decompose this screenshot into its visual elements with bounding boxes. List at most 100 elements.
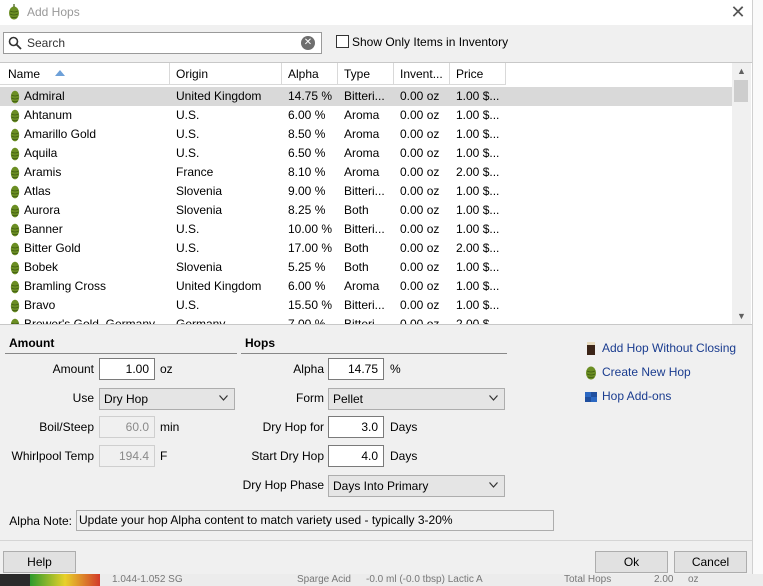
table-row[interactable]: Aquila U.S. 6.50 % Aroma 0.00 oz 1.00 $... xyxy=(0,144,732,163)
background-total-hops-label: Total Hops xyxy=(564,574,612,585)
column-header-origin[interactable]: Origin xyxy=(170,63,282,85)
cell-name: Atlas xyxy=(24,184,51,198)
close-icon[interactable]: ✕ xyxy=(728,1,748,23)
table-row[interactable]: Bravo U.S. 15.50 % Bitteri... 0.00 oz 1.00 $.… xyxy=(0,296,732,315)
table-row[interactable]: Bitter Gold U.S. 17.00 % Both 0.00 oz 2.00 $.… xyxy=(0,239,732,258)
chevron-down-icon xyxy=(219,395,228,401)
inventory-checkbox[interactable] xyxy=(336,35,349,48)
amount-input[interactable]: 1.00 xyxy=(99,358,155,380)
cell-alpha: 14.75 % xyxy=(288,89,333,103)
search-box[interactable]: ✕ xyxy=(3,32,322,54)
hops-grid[interactable]: Name Origin Alpha Type Invent... Price A… xyxy=(0,62,752,325)
scroll-thumb[interactable] xyxy=(734,80,748,102)
amount-unit: oz xyxy=(160,362,173,376)
grid-header: Name Origin Alpha Type Invent... Price xyxy=(0,63,732,85)
cell-inventory: 0.00 oz xyxy=(400,317,440,325)
cell-name: Bitter Gold xyxy=(24,241,81,255)
cell-origin: U.S. xyxy=(176,108,200,122)
search-input[interactable] xyxy=(27,35,297,51)
whirlpool-temp-input[interactable]: 194.4 xyxy=(99,445,155,467)
table-row[interactable]: Bramling Cross United Kingdom 6.00 % Aroma 0… xyxy=(0,277,732,296)
scroll-up-icon[interactable]: ▲ xyxy=(732,63,751,80)
cell-alpha: 15.50 % xyxy=(288,298,333,312)
table-row[interactable]: Banner U.S. 10.00 % Bitteri... 0.00 oz 1.00 $… xyxy=(0,220,732,239)
divider xyxy=(0,540,752,541)
background-window-edge xyxy=(752,0,763,586)
beer-glass-icon xyxy=(587,342,595,355)
column-header-alpha[interactable]: Alpha xyxy=(282,63,338,85)
cell-type: Aroma xyxy=(344,146,380,160)
cell-inventory: 0.00 oz xyxy=(400,184,440,198)
cell-alpha: 17.00 % xyxy=(288,241,333,255)
clear-search-icon[interactable]: ✕ xyxy=(301,36,315,50)
form-label: Form xyxy=(296,391,324,405)
alpha-input[interactable]: 14.75 xyxy=(328,358,384,380)
table-row[interactable]: Aramis France 8.10 % Aroma 0.00 oz 2.00 $... xyxy=(0,163,732,182)
form-select[interactable]: Pellet xyxy=(328,388,505,410)
title-bar: Add Hops ✕ xyxy=(0,0,752,25)
cell-origin: U.S. xyxy=(176,127,200,141)
start-dry-hop-input[interactable]: 4.0 xyxy=(328,445,384,467)
cell-type: Aroma xyxy=(344,108,380,122)
cell-name: Admiral xyxy=(24,89,65,103)
boil-steep-input[interactable]: 60.0 xyxy=(99,416,155,438)
sort-ascending-icon xyxy=(55,70,65,76)
hop-icon xyxy=(586,366,596,380)
dry-hop-for-input[interactable]: 3.0 xyxy=(328,416,384,438)
cell-price: 1.00 $... xyxy=(456,203,500,217)
table-row[interactable]: Atlas Slovenia 9.00 % Bitteri... 0.00 oz 1.00… xyxy=(0,182,732,201)
background-sparge-acid-value: -0.0 ml (-0.0 tbsp) Lactic A xyxy=(366,574,483,585)
background-sparge-acid-label: Sparge Acid xyxy=(297,574,351,585)
cell-origin: France xyxy=(176,165,214,179)
amount-label: Amount xyxy=(52,362,94,376)
cell-inventory: 0.00 oz xyxy=(400,146,440,160)
start-dry-hop-unit: Days xyxy=(390,449,418,463)
column-header-type[interactable]: Type xyxy=(338,63,394,85)
cell-origin: U.S. xyxy=(176,222,200,236)
start-dry-hop-label: Start Dry Hop xyxy=(251,449,324,463)
cell-price: 1.00 $... xyxy=(456,146,500,160)
alpha-label: Alpha xyxy=(293,362,324,376)
amount-section-header: Amount xyxy=(5,334,237,354)
use-select[interactable]: Dry Hop xyxy=(99,388,235,410)
scroll-down-icon[interactable]: ▼ xyxy=(732,308,751,324)
dry-hop-for-unit: Days xyxy=(390,420,418,434)
table-row[interactable]: Admiral United Kingdom 14.75 % Bitteri... 0.… xyxy=(0,87,732,106)
grid-scrollbar[interactable]: ▲ ▼ xyxy=(732,63,751,324)
cell-origin: Slovenia xyxy=(176,184,223,198)
hop-icon xyxy=(9,4,19,20)
cell-price: 2.00 $... xyxy=(456,317,500,325)
help-button[interactable]: Help xyxy=(3,551,76,573)
cell-inventory: 0.00 oz xyxy=(400,127,440,141)
cell-inventory: 0.00 oz xyxy=(400,241,440,255)
cell-alpha: 9.00 % xyxy=(288,184,326,198)
table-row[interactable]: Ahtanum U.S. 6.00 % Aroma 0.00 oz 1.00 $... xyxy=(0,106,732,125)
cell-inventory: 0.00 oz xyxy=(400,165,440,179)
column-header-name[interactable]: Name xyxy=(0,63,170,85)
use-label: Use xyxy=(72,391,94,405)
cell-price: 1.00 $... xyxy=(456,108,500,122)
column-header-inventory[interactable]: Invent... xyxy=(394,63,450,85)
cell-inventory: 0.00 oz xyxy=(400,108,440,122)
column-header-price[interactable]: Price xyxy=(450,63,506,85)
ok-button[interactable]: Ok xyxy=(595,551,668,573)
dry-hop-phase-select[interactable]: Days Into Primary xyxy=(328,475,505,497)
table-row[interactable]: Brewer's Gold, Germany Germany 7.00 % Bitte… xyxy=(0,315,732,325)
cell-name: Aurora xyxy=(24,203,61,217)
cell-name: Ahtanum xyxy=(24,108,73,122)
inventory-checkbox-label[interactable]: Show Only Items in Inventory xyxy=(352,35,508,49)
cell-inventory: 0.00 oz xyxy=(400,279,440,293)
cell-alpha: 8.25 % xyxy=(288,203,326,217)
dry-hop-phase-label: Dry Hop Phase xyxy=(242,478,324,492)
cell-type: Aroma xyxy=(344,279,380,293)
cell-price: 1.00 $... xyxy=(456,184,500,198)
table-row[interactable]: Aurora Slovenia 8.25 % Both 0.00 oz 1.00 $... xyxy=(0,201,732,220)
cell-origin: Slovenia xyxy=(176,203,223,217)
cancel-button[interactable]: Cancel xyxy=(674,551,747,573)
table-row[interactable]: Amarillo Gold U.S. 8.50 % Aroma 0.00 oz 1.00 … xyxy=(0,125,732,144)
cell-inventory: 0.00 oz xyxy=(400,203,440,217)
table-row[interactable]: Bobek Slovenia 5.25 % Both 0.00 oz 1.00 $... xyxy=(0,258,732,277)
alpha-note-label: Alpha Note: xyxy=(9,514,72,528)
cell-type: Both xyxy=(344,203,369,217)
cell-alpha: 7.00 % xyxy=(288,317,326,325)
